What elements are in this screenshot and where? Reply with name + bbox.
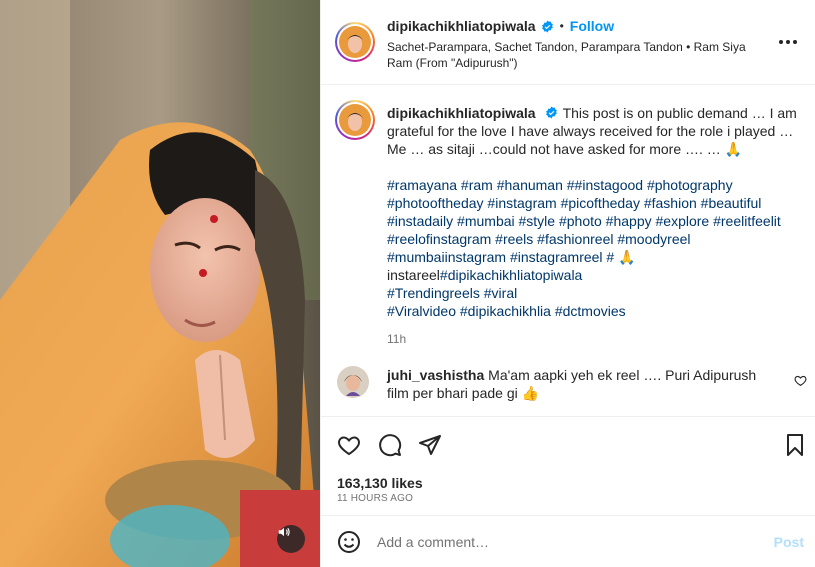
reel-video-frame <box>0 0 320 567</box>
follow-button[interactable]: Follow <box>570 18 614 34</box>
like-count[interactable]: 163,130 likes <box>337 475 423 491</box>
comment-input[interactable] <box>377 530 757 554</box>
caption-plain-word: instareel <box>387 267 440 283</box>
header-separator: • <box>559 19 564 33</box>
hashtag-line[interactable]: #mumbaiinstagram #instagramreel # 🙏 <box>387 248 797 266</box>
hashtags: #ramayana #ram #hanuman ##instagood #pho… <box>387 176 797 320</box>
bookmark-icon[interactable] <box>783 433 807 457</box>
hashtag-line[interactable]: #ramayana #ram #hanuman ##instagood #pho… <box>387 176 797 194</box>
comment-like-icon[interactable] <box>794 374 807 387</box>
more-options-button[interactable] <box>776 32 800 52</box>
commenter-avatar[interactable] <box>337 366 369 398</box>
more-options-icon <box>779 40 797 44</box>
hashtag-line[interactable]: #reelofinstagram #reels #fashionreel #mo… <box>387 230 797 248</box>
comments-section[interactable]: dipikachikhliatopiwala This post is on p… <box>321 86 815 416</box>
comment-composer: Post <box>321 518 815 567</box>
sound-toggle-button[interactable] <box>277 525 305 553</box>
post-actions-bar: 163,130 likes 11 HOURS AGO <box>321 416 815 516</box>
profile-photo <box>339 26 371 58</box>
post-comment-button[interactable]: Post <box>774 534 804 550</box>
audio-track-link[interactable]: Sachet-Parampara, Sachet Tandon, Parampa… <box>387 39 767 71</box>
post-details-panel: dipikachikhliatopiwala • Follow Sachet-P… <box>320 0 815 567</box>
post-header: dipikachikhliatopiwala • Follow Sachet-P… <box>321 0 815 85</box>
caption-avatar[interactable] <box>335 100 375 140</box>
hashtag-line[interactable]: #Viralvideo #dipikachikhlia #dctmovies <box>387 302 797 320</box>
verified-badge-icon <box>545 106 557 119</box>
post-media[interactable] <box>0 0 320 567</box>
speaker-icon <box>278 527 290 537</box>
emoji-icon[interactable] <box>337 530 361 554</box>
profile-photo <box>339 104 371 136</box>
hashtag-line[interactable]: #photooftheday #instagram #picoftheday #… <box>387 194 797 212</box>
caption-timestamp[interactable]: 11h <box>387 330 797 348</box>
commenter-username[interactable]: juhi_vashistha <box>387 367 484 383</box>
hashtag-link[interactable]: #dipikachikhliatopiwala <box>440 267 582 283</box>
caption-username[interactable]: dipikachikhliatopiwala <box>387 105 536 121</box>
post-author-username[interactable]: dipikachikhliatopiwala <box>387 18 536 34</box>
verified-badge-icon <box>541 20 553 32</box>
heart-icon[interactable] <box>337 433 361 457</box>
hashtag-line[interactable]: #instadaily #mumbai #style #photo #happy… <box>387 212 797 230</box>
comment-bubble-icon[interactable] <box>378 433 402 457</box>
avatar[interactable] <box>335 22 375 62</box>
paper-plane-icon[interactable] <box>418 433 442 457</box>
post-timestamp[interactable]: 11 HOURS AGO <box>337 493 413 504</box>
hashtag-line[interactable]: #Trendingreels #viral <box>387 284 797 302</box>
post-caption: dipikachikhliatopiwala This post is on p… <box>387 104 797 348</box>
profile-photo <box>337 366 369 398</box>
